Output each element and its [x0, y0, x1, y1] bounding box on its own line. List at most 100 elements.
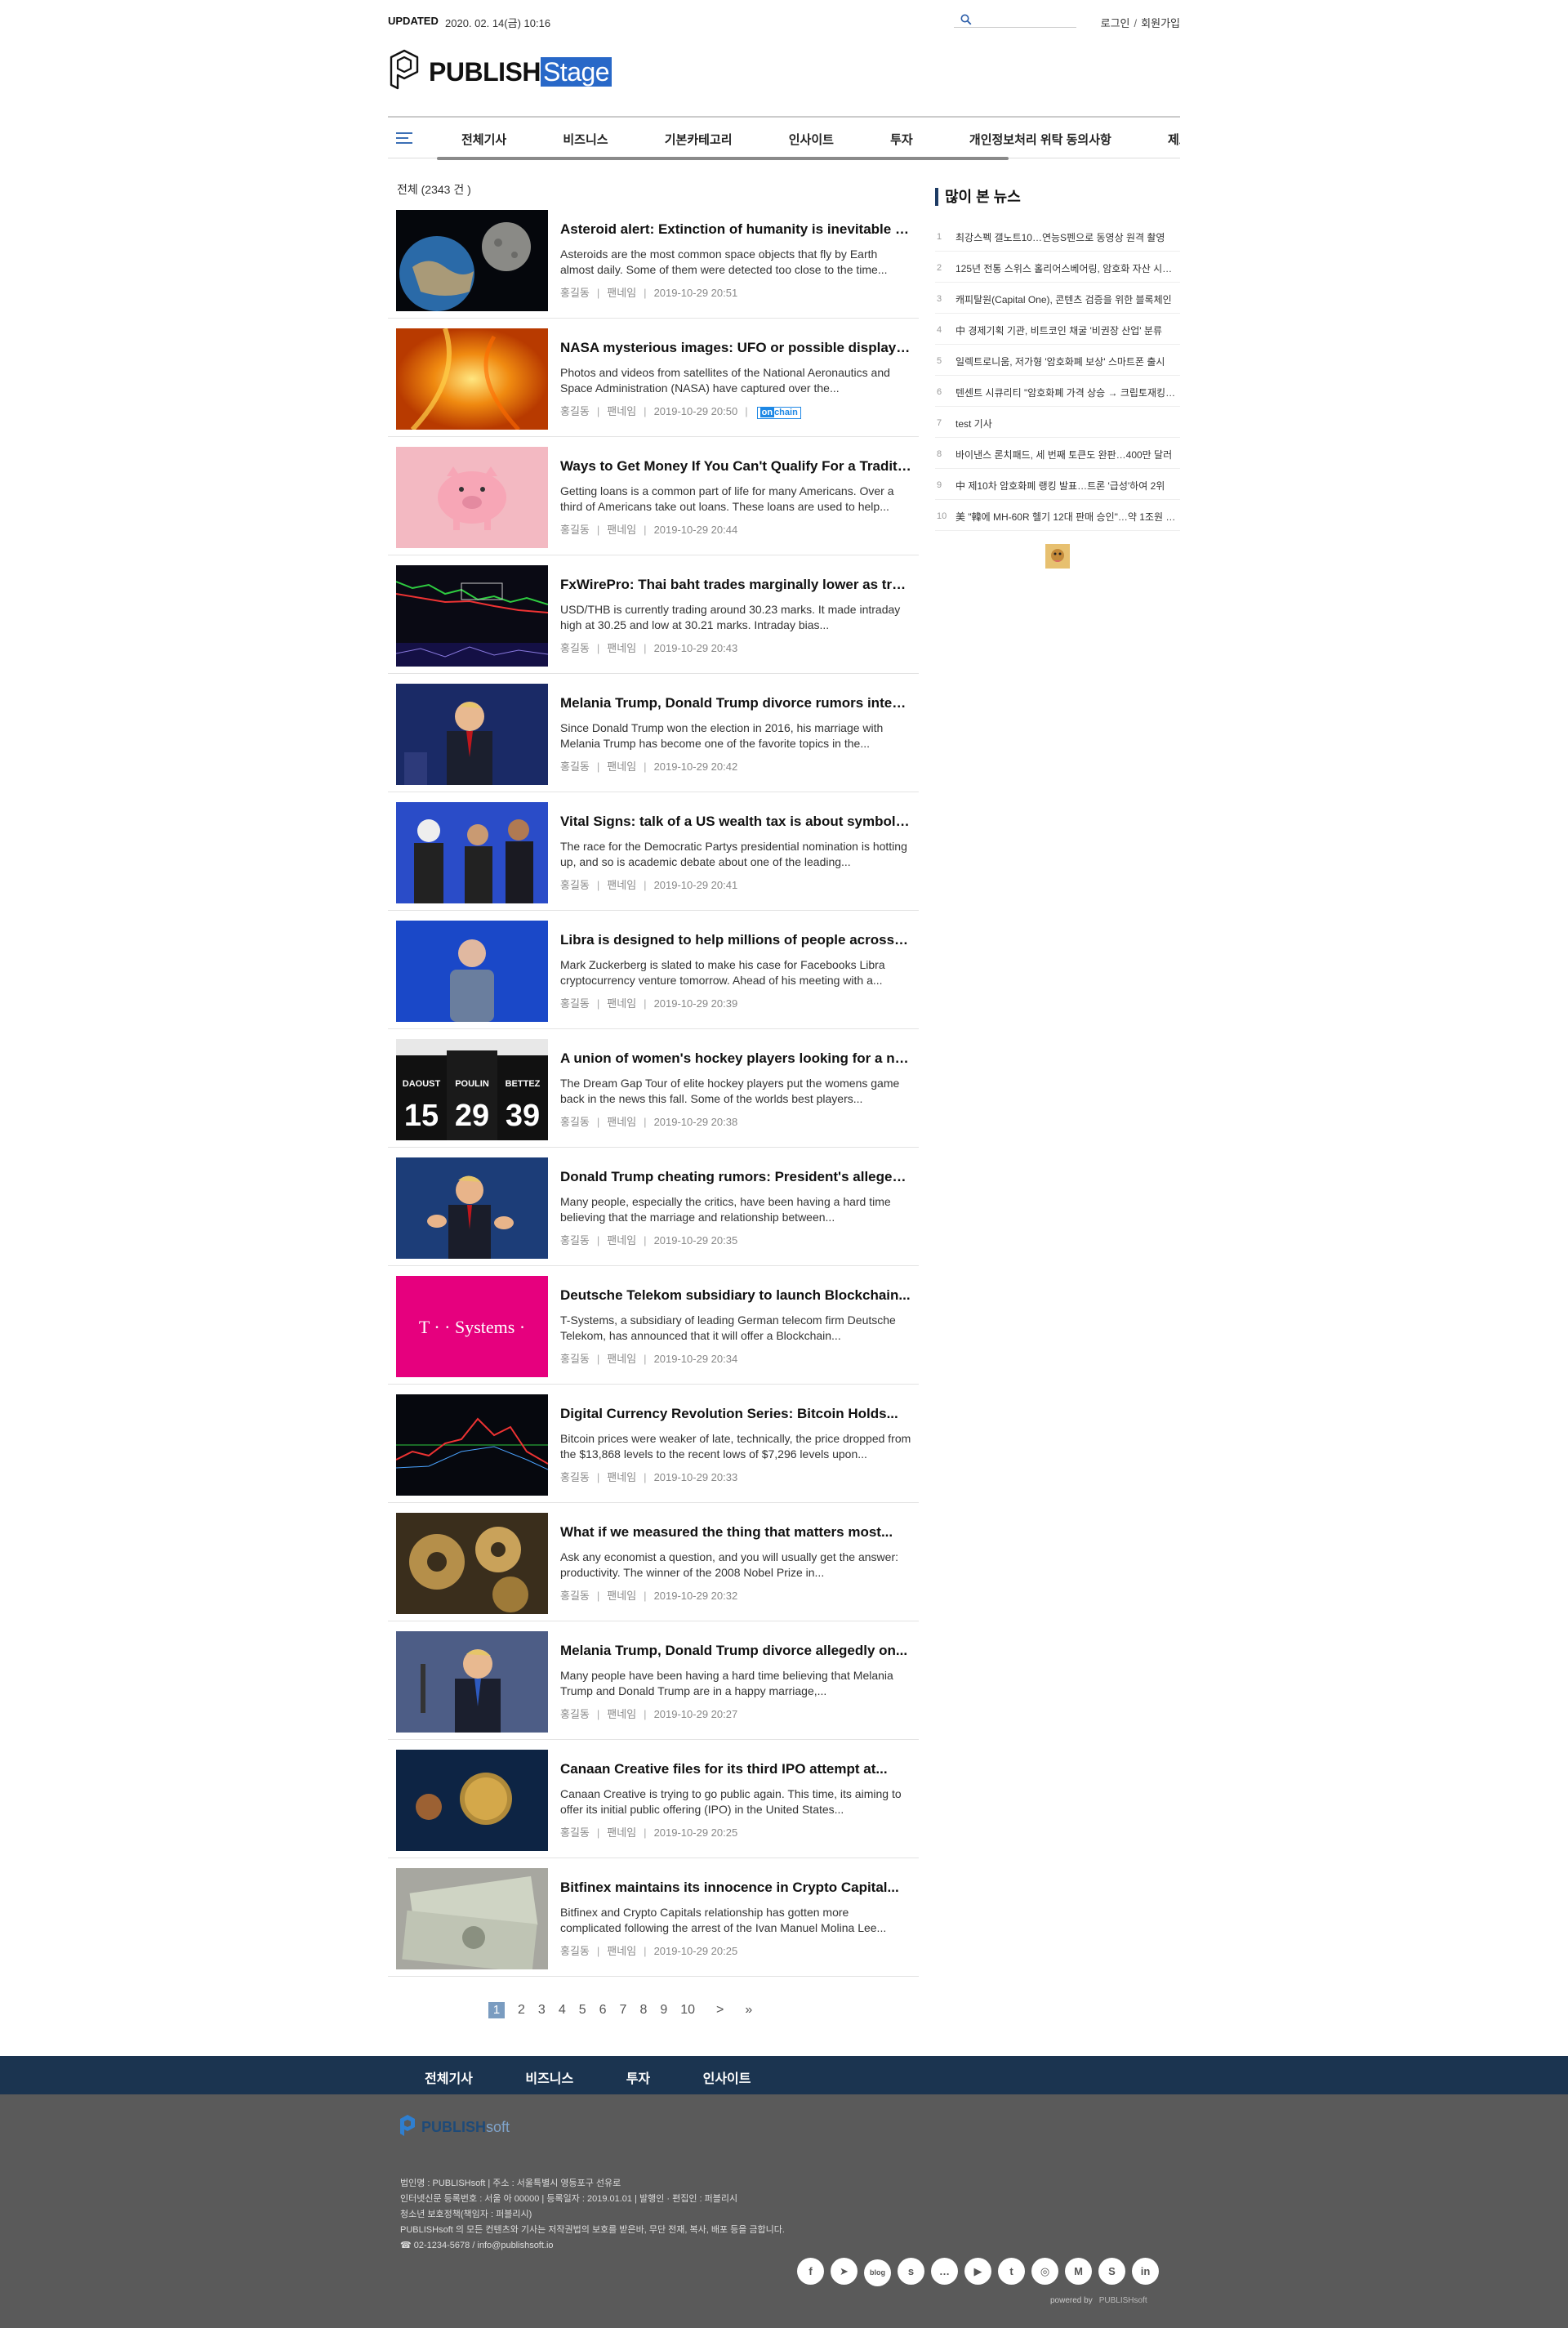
search-box[interactable] [954, 11, 1076, 28]
article-title[interactable]: Asteroid alert: Extinction of humanity i… [560, 221, 911, 238]
youtube-icon[interactable]: ▶ [964, 2258, 991, 2285]
page-number[interactable]: 3 [538, 2003, 546, 2018]
article-thumbnail[interactable]: DAOUST 15 POULIN 29 BETTEZ 39 [396, 1039, 548, 1140]
article-thumbnail[interactable] [396, 921, 548, 1022]
popular-news-item[interactable]: 1 최강스펙 갤노트10…연능S펜으로 동영상 원격 촬영 [935, 221, 1180, 252]
nav-item-report[interactable]: 제보 ! [1168, 131, 1180, 148]
popular-news-title[interactable]: 일렉트로니움, 저가형 '암호화폐 보상' 스마트폰 출시 [956, 355, 1176, 368]
popular-news-title[interactable]: 中 경제기획 기관, 비트코인 채굴 '비권장 산업' 분류 [956, 323, 1176, 337]
article-thumbnail[interactable] [396, 1868, 548, 1969]
article-title[interactable]: What if we measured the thing that matte… [560, 1524, 911, 1541]
article-title[interactable]: Deutsche Telekom subsidiary to launch Bl… [560, 1287, 911, 1304]
article-thumbnail[interactable] [396, 328, 548, 430]
nav-item-insight[interactable]: 인사이트 [789, 131, 834, 148]
article-title[interactable]: Donald Trump cheating rumors: President'… [560, 1169, 911, 1185]
article-item[interactable]: Ways to Get Money If You Can't Qualify F… [388, 437, 919, 555]
page-number[interactable]: 4 [559, 2003, 566, 2018]
nav-item-privacy[interactable]: 개인정보처리 위탁 동의사항 [969, 131, 1111, 148]
popular-news-title[interactable]: 125년 전통 스위스 홀리어스베어링, 암호화 자산 시장 진출 [956, 261, 1176, 275]
popular-news-item[interactable]: 8 바이낸스 론치패드, 세 번째 토큰도 완판…400만 달러 [935, 438, 1180, 469]
sidebar-ad-image[interactable] [1045, 544, 1070, 569]
article-title[interactable]: NASA mysterious images: UFO or possible … [560, 340, 911, 356]
popular-news-title[interactable]: 텐센트 시큐리티 "암호화폐 가격 상승 → 크립토재킹 증가" [956, 386, 1176, 399]
article-thumbnail[interactable] [396, 802, 548, 903]
kakaotalk-icon[interactable]: … [931, 2258, 958, 2285]
popular-news-title[interactable]: 中 제10차 암호화폐 랭킹 발표…트론 '급성'하여 2위 [956, 479, 1176, 493]
kakaostory-icon[interactable]: s [898, 2258, 924, 2285]
article-item[interactable]: Libra is designed to help millions of pe… [388, 911, 919, 1029]
site-logo[interactable]: PUBLISHStage [388, 49, 1180, 95]
search-input[interactable] [977, 13, 1073, 26]
page-last-icon[interactable]: » [745, 2003, 752, 2018]
article-title[interactable]: Bitfinex maintains its innocence in Cryp… [560, 1880, 911, 1896]
article-item[interactable]: NASA mysterious images: UFO or possible … [388, 319, 919, 437]
popular-news-item[interactable]: 3 캐피탈원(Capital One), 콘텐츠 검증을 위한 블록체인 [935, 283, 1180, 314]
article-thumbnail[interactable] [396, 1394, 548, 1496]
instagram-icon[interactable]: ◎ [1031, 2258, 1058, 2285]
telegram-icon[interactable]: ➤ [831, 2258, 858, 2285]
nav-item-investment[interactable]: 투자 [890, 131, 913, 148]
article-title[interactable]: Ways to Get Money If You Can't Qualify F… [560, 458, 911, 475]
page-number[interactable]: 6 [599, 2003, 607, 2018]
footer-nav-all[interactable]: 전체기사 [425, 2067, 473, 2087]
page-number[interactable]: 1 [488, 2002, 505, 2018]
article-item[interactable]: Asteroid alert: Extinction of humanity i… [388, 200, 919, 319]
article-thumbnail[interactable] [396, 1157, 548, 1259]
article-thumbnail[interactable]: T · · Systems · [396, 1276, 548, 1377]
medium-icon[interactable]: M [1065, 2258, 1092, 2285]
popular-news-title[interactable]: 캐피탈원(Capital One), 콘텐츠 검증을 위한 블록체인 [956, 292, 1176, 306]
page-number[interactable]: 9 [660, 2003, 667, 2018]
nav-item-business[interactable]: 비즈니스 [563, 131, 608, 148]
onchain-badge[interactable]: on chain [756, 407, 801, 419]
signup-link[interactable]: 회원가입 [1141, 17, 1180, 29]
article-item[interactable]: FxWirePro: Thai baht trades marginally l… [388, 555, 919, 674]
article-title[interactable]: Vital Signs: talk of a US wealth tax is … [560, 814, 911, 830]
article-item[interactable]: Melania Trump, Donald Trump divorce rumo… [388, 674, 919, 792]
article-thumbnail[interactable] [396, 447, 548, 548]
search-icon[interactable] [960, 14, 972, 25]
popular-news-title[interactable]: 美 "韓에 MH-60R 헬기 12대 판매 승인"…약 1조원 규모 [956, 510, 1176, 524]
page-number[interactable]: 2 [518, 2003, 525, 2018]
article-thumbnail[interactable] [396, 1513, 548, 1614]
article-title[interactable]: Melania Trump, Donald Trump divorce alle… [560, 1643, 911, 1659]
nav-item-basic-category[interactable]: 기본카테고리 [665, 131, 733, 148]
page-next-icon[interactable]: > [716, 2003, 724, 2018]
article-title[interactable]: Melania Trump, Donald Trump divorce rumo… [560, 695, 911, 711]
article-item[interactable]: Canaan Creative files for its third IPO … [388, 1740, 919, 1858]
article-item[interactable]: Bitfinex maintains its innocence in Cryp… [388, 1858, 919, 1977]
article-thumbnail[interactable] [396, 1631, 548, 1733]
popular-news-item[interactable]: 5 일렉트로니움, 저가형 '암호화폐 보상' 스마트폰 출시 [935, 345, 1180, 376]
article-item[interactable]: Digital Currency Revolution Series: Bitc… [388, 1385, 919, 1503]
article-item[interactable]: Donald Trump cheating rumors: President'… [388, 1148, 919, 1266]
article-item[interactable]: What if we measured the thing that matte… [388, 1503, 919, 1621]
twitter-icon[interactable]: t [998, 2258, 1025, 2285]
popular-news-item[interactable]: 9 中 제10차 암호화폐 랭킹 발표…트론 '급성'하여 2위 [935, 469, 1180, 500]
article-title[interactable]: Libra is designed to help millions of pe… [560, 932, 911, 948]
article-title[interactable]: A union of women's hockey players lookin… [560, 1050, 911, 1067]
article-item[interactable]: Vital Signs: talk of a US wealth tax is … [388, 792, 919, 911]
article-title[interactable]: FxWirePro: Thai baht trades marginally l… [560, 577, 911, 593]
page-number[interactable]: 5 [579, 2003, 586, 2018]
article-item[interactable]: Melania Trump, Donald Trump divorce alle… [388, 1621, 919, 1740]
popular-news-title[interactable]: test 기사 [956, 417, 1176, 430]
article-thumbnail[interactable] [396, 684, 548, 785]
popular-news-item[interactable]: 10 美 "韓에 MH-60R 헬기 12대 판매 승인"…약 1조원 규모 [935, 500, 1180, 531]
article-thumbnail[interactable] [396, 565, 548, 667]
footer-nav-insight[interactable]: 인사이트 [703, 2067, 751, 2087]
login-link[interactable]: 로그인 [1101, 17, 1130, 29]
hamburger-menu-icon[interactable] [396, 132, 414, 145]
footer-nav-investment[interactable]: 투자 [626, 2067, 650, 2087]
page-number[interactable]: 8 [639, 2003, 647, 2018]
footer-nav-business[interactable]: 비즈니스 [525, 2067, 573, 2087]
linkedin-icon[interactable]: in [1132, 2258, 1159, 2285]
article-title[interactable]: Digital Currency Revolution Series: Bitc… [560, 1406, 911, 1422]
popular-news-item[interactable]: 7 test 기사 [935, 407, 1180, 438]
blog-icon[interactable]: blog [864, 2259, 891, 2286]
popular-news-title[interactable]: 최강스펙 갤노트10…연능S펜으로 동영상 원격 촬영 [956, 230, 1176, 244]
article-thumbnail[interactable] [396, 1750, 548, 1851]
nav-item-all[interactable]: 전체기사 [461, 131, 506, 148]
nav-scrollbar[interactable] [437, 157, 1009, 160]
steemit-icon[interactable]: S [1098, 2258, 1125, 2285]
popular-news-item[interactable]: 4 中 경제기획 기관, 비트코인 채굴 '비권장 산업' 분류 [935, 314, 1180, 345]
popular-news-item[interactable]: 2 125년 전통 스위스 홀리어스베어링, 암호화 자산 시장 진출 [935, 252, 1180, 283]
